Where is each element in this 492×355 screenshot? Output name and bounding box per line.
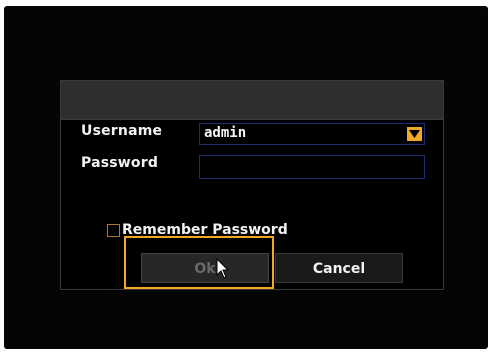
monitor-display: Username admin Password Remember Passwor… <box>4 6 488 349</box>
username-label: Username <box>81 123 163 139</box>
remember-password-checkbox[interactable] <box>107 224 120 237</box>
chevron-down-icon[interactable] <box>407 127 422 141</box>
screen: Username admin Password Remember Passwor… <box>0 0 492 355</box>
dialog-titlebar <box>61 81 443 120</box>
username-value: admin <box>204 125 247 141</box>
username-select[interactable]: admin <box>199 123 425 145</box>
ok-button-highlight <box>124 236 274 289</box>
password-label: Password <box>81 155 159 171</box>
mouse-cursor-icon <box>216 258 230 279</box>
password-input[interactable] <box>199 155 425 179</box>
cancel-button[interactable]: Cancel <box>275 253 403 283</box>
chevron-down-icon-shape <box>409 130 420 138</box>
